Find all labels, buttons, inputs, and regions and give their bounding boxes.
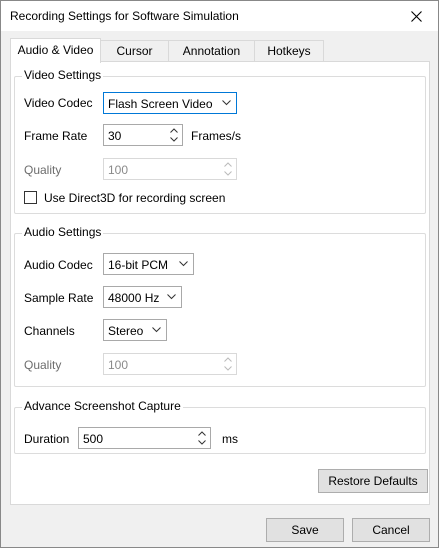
video-quality-spinner[interactable]: 100 xyxy=(103,158,237,180)
frame-rate-value: 30 xyxy=(108,129,122,143)
duration-label: Duration xyxy=(24,432,70,446)
tab-annotation[interactable]: Annotation xyxy=(168,40,255,62)
sample-rate-select[interactable]: 48000 Hz xyxy=(103,286,182,308)
spin-up-icon[interactable] xyxy=(170,128,178,133)
chevron-down-icon xyxy=(179,261,188,267)
close-button[interactable] xyxy=(394,1,438,31)
audio-quality-spinner[interactable]: 100 xyxy=(103,353,237,375)
audio-quality-value: 100 xyxy=(108,358,129,372)
spin-up-icon xyxy=(224,162,232,167)
tab-audio-video[interactable]: Audio & Video xyxy=(10,38,101,63)
frame-rate-unit: Frames/s xyxy=(191,129,242,143)
screenshot-capture-title: Advance Screenshot Capture xyxy=(22,399,183,413)
spin-down-icon[interactable] xyxy=(198,440,206,445)
frame-rate-spinner[interactable]: 30 xyxy=(103,124,183,146)
tab-hotkeys[interactable]: Hotkeys xyxy=(254,40,324,62)
sample-rate-value: 48000 Hz xyxy=(108,291,160,305)
audio-codec-label: Audio Codec xyxy=(24,258,93,272)
tab-panel-audio-video: Video Settings Video Codec Flash Screen … xyxy=(10,61,430,505)
frame-rate-label: Frame Rate xyxy=(24,129,88,143)
chevron-down-icon xyxy=(222,100,231,106)
title-bar: Recording Settings for Software Simulati… xyxy=(1,1,438,31)
spin-down-icon xyxy=(224,171,232,176)
direct3d-checkbox[interactable] xyxy=(24,191,37,204)
video-codec-value: Flash Screen Video xyxy=(108,97,213,111)
audio-codec-value: 16-bit PCM xyxy=(108,258,169,272)
spin-up-icon[interactable] xyxy=(198,431,206,436)
channels-select[interactable]: Stereo xyxy=(103,319,167,341)
close-icon xyxy=(410,10,422,22)
tab-strip: Audio & Video Cursor Annotation Hotkeys xyxy=(10,38,430,63)
screenshot-capture-group: Advance Screenshot Capture Duration 500 … xyxy=(14,399,426,454)
chevron-down-icon xyxy=(152,327,161,333)
video-settings-group: Video Settings Video Codec Flash Screen … xyxy=(14,68,426,214)
restore-defaults-button[interactable]: Restore Defaults xyxy=(318,469,428,493)
recording-settings-dialog: Recording Settings for Software Simulati… xyxy=(0,0,439,548)
window-title: Recording Settings for Software Simulati… xyxy=(10,9,239,23)
audio-settings-group: Audio Settings Audio Codec 16-bit PCM Sa… xyxy=(14,225,426,387)
audio-quality-label: Quality xyxy=(24,358,62,372)
audio-codec-select[interactable]: 16-bit PCM xyxy=(103,253,194,275)
duration-spinner[interactable]: 500 xyxy=(78,427,211,449)
chevron-down-icon xyxy=(167,294,176,300)
cancel-button[interactable]: Cancel xyxy=(352,518,430,542)
sample-rate-label: Sample Rate xyxy=(24,291,94,305)
tab-cursor[interactable]: Cursor xyxy=(100,40,169,62)
spin-down-icon[interactable] xyxy=(170,137,178,142)
direct3d-label[interactable]: Use Direct3D for recording screen xyxy=(44,191,225,205)
channels-value: Stereo xyxy=(108,324,144,338)
save-button[interactable]: Save xyxy=(266,518,344,542)
video-codec-select[interactable]: Flash Screen Video xyxy=(103,92,237,114)
video-settings-title: Video Settings xyxy=(22,68,104,82)
video-codec-label: Video Codec xyxy=(24,96,93,110)
spin-up-icon xyxy=(224,357,232,362)
duration-value: 500 xyxy=(83,432,104,446)
spin-down-icon xyxy=(224,366,232,371)
audio-settings-title: Audio Settings xyxy=(22,225,104,239)
video-quality-label: Quality xyxy=(24,163,62,177)
duration-unit: ms xyxy=(222,432,238,446)
video-quality-value: 100 xyxy=(108,163,129,177)
channels-label: Channels xyxy=(24,324,75,338)
